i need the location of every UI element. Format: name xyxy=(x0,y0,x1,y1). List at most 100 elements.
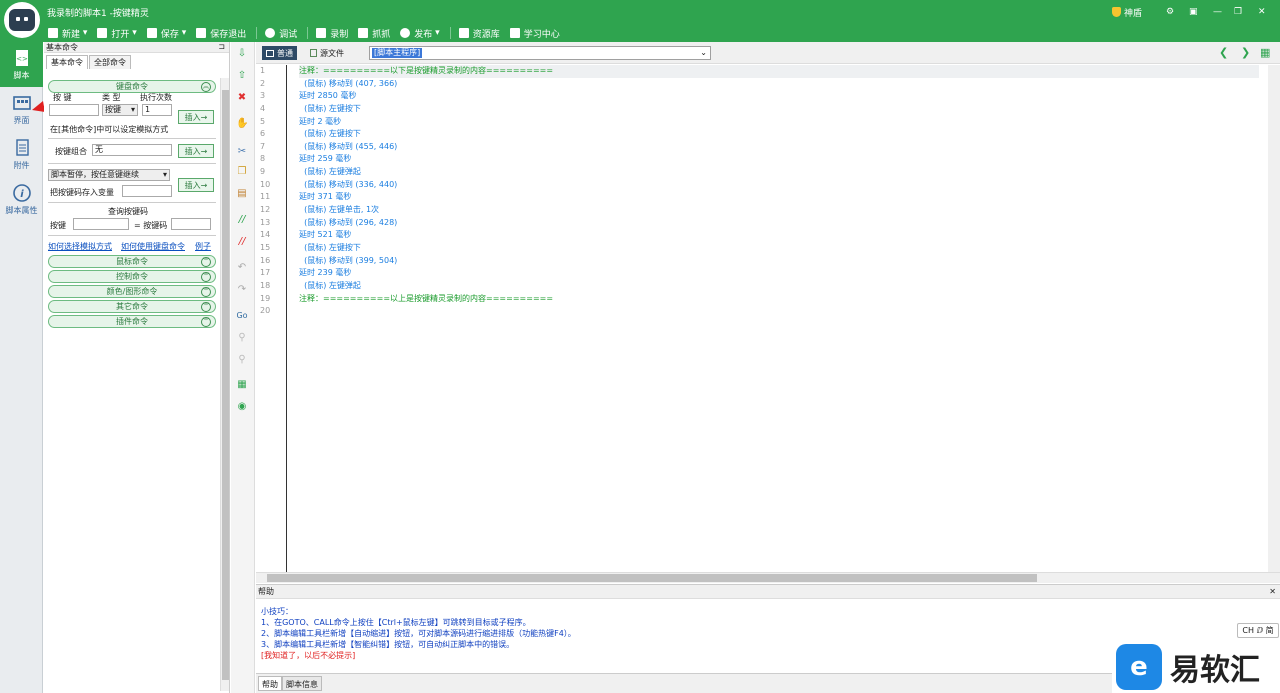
pin-icon[interactable]: ⊐ xyxy=(218,42,225,51)
nav-item-script[interactable]: <> 脚本 xyxy=(0,42,43,87)
code-line[interactable]: (鼠标) 移动到 (336, 440) xyxy=(299,179,1259,192)
nav-item-script-properties[interactable]: i 脚本属性 xyxy=(0,177,43,222)
code-line[interactable]: (鼠标) 移动到 (455, 446) xyxy=(299,141,1259,154)
insert-combo-button[interactable]: 插入→ xyxy=(178,144,214,158)
insert-key-button[interactable]: 插入→ xyxy=(178,110,214,124)
tab-help[interactable]: 帮助 xyxy=(258,676,282,691)
cut-icon[interactable]: ✂ xyxy=(236,146,248,158)
title-bar: 我录制的脚本1 -按键精灵 神盾 ⚙ ▣ — ❐ ✕ xyxy=(0,0,1280,38)
procedure-select[interactable]: [脚本主程序] ⌄ xyxy=(369,46,711,60)
mouse-commands-header[interactable]: 鼠标命令 ︾ xyxy=(48,255,216,268)
toolbar-save-button[interactable]: 保存 ▾ xyxy=(146,27,186,40)
code-line[interactable]: (鼠标) 左键弹起 xyxy=(299,280,1259,293)
goto-icon[interactable]: Go xyxy=(236,310,248,322)
code-line[interactable] xyxy=(299,305,1259,318)
toolbar-record-button[interactable]: 录制 xyxy=(316,27,348,40)
key-input[interactable] xyxy=(49,104,99,116)
pause-select[interactable]: 脚本暂停，按任意键继续 ▾ xyxy=(48,169,170,181)
link-keyboard-usage[interactable]: 如何使用键盘命令 xyxy=(121,241,185,252)
shield-button[interactable]: 神盾 xyxy=(1112,4,1142,20)
code-line[interactable]: (鼠标) 移动到 (399, 504) xyxy=(299,255,1259,268)
comment-icon[interactable]: // xyxy=(236,214,248,226)
plugin-commands-header[interactable]: 插件命令 ︾ xyxy=(48,315,216,328)
code-line[interactable]: (鼠标) 移动到 (407, 366) xyxy=(299,78,1259,91)
panel-scrollbar[interactable] xyxy=(220,78,229,691)
count-input[interactable]: 1 xyxy=(142,104,172,116)
link-simulate-mode[interactable]: 如何选择模拟方式 xyxy=(48,241,112,252)
format-icon[interactable]: ▦ xyxy=(236,379,248,391)
tab-normal-view[interactable]: 普通 xyxy=(262,46,297,60)
paste-icon[interactable]: ▤ xyxy=(236,188,248,200)
code-line[interactable]: 延时 2850 毫秒 xyxy=(299,90,1259,103)
type-select[interactable]: 按键 ▾ xyxy=(102,104,138,116)
toolbar-open-button[interactable]: 打开 ▾ xyxy=(97,27,137,40)
toolbar-learn-button[interactable]: 学习中心 xyxy=(509,27,560,40)
key-combo-input[interactable]: 无 xyxy=(92,144,172,156)
code-editor[interactable]: 1 2 3 4 5 6 7 8 9 10 11 12 13 14 15 16 17 18 19 20 注释：=====… xyxy=(256,65,1268,572)
query-key-input[interactable] xyxy=(73,218,129,230)
close-button[interactable]: ✕ xyxy=(1258,4,1266,20)
find-icon[interactable]: ⚲ xyxy=(236,332,248,344)
line-number: 3 xyxy=(260,91,266,101)
toolbar-save-exit-button[interactable]: 保存退出 xyxy=(196,27,246,40)
chevron-down-icon: ▾ xyxy=(162,170,167,179)
code-line[interactable]: (鼠标) 左键单击, 1次 xyxy=(299,204,1259,217)
toolbar-resource-button[interactable]: 资源库 xyxy=(458,27,500,40)
minimize-button[interactable]: — xyxy=(1213,4,1222,20)
redo-icon[interactable]: ↷ xyxy=(236,284,248,296)
editor-horizontal-scrollbar[interactable] xyxy=(256,572,1280,583)
scrollbar-thumb[interactable] xyxy=(222,90,229,680)
restore-button[interactable]: ❐ xyxy=(1234,4,1242,20)
code-line[interactable]: 注释：==========以下是按键精灵录制的内容========== xyxy=(299,65,1259,78)
nav-item-attachment[interactable]: 附件 xyxy=(0,132,43,177)
toolbar-new-button[interactable]: 新建 ▾ xyxy=(48,27,87,40)
close-icon[interactable]: ✕ xyxy=(1269,585,1276,599)
code-line[interactable]: (鼠标) 左键按下 xyxy=(299,103,1259,116)
code-line[interactable]: 延时 521 毫秒 xyxy=(299,229,1259,242)
copy-icon[interactable]: ❐ xyxy=(236,166,248,178)
code-line[interactable]: (鼠标) 左键按下 xyxy=(299,128,1259,141)
layout-icon[interactable]: ▦ xyxy=(1260,46,1270,59)
delete-icon[interactable]: ✖ xyxy=(236,92,248,104)
uncomment-icon[interactable]: // xyxy=(236,236,248,248)
control-commands-header[interactable]: 控制命令 ︾ xyxy=(48,270,216,283)
query-code-input[interactable] xyxy=(171,218,211,230)
settings-button[interactable]: ⚙ xyxy=(1166,4,1174,20)
skin-button[interactable]: ▣ xyxy=(1189,4,1198,20)
scrollbar-thumb[interactable] xyxy=(267,574,1037,582)
code-line[interactable]: (鼠标) 左键弹起 xyxy=(299,166,1259,179)
keyboard-commands-header[interactable]: 键盘命令 ︽ xyxy=(48,80,216,93)
smart-fix-icon[interactable]: ◉ xyxy=(236,401,248,413)
other-commands-header[interactable]: 其它命令 ︾ xyxy=(48,300,216,313)
code-line[interactable]: 延时 239 毫秒 xyxy=(299,267,1259,280)
nav-forward-icon[interactable]: ❯ xyxy=(1241,46,1250,59)
ime-indicator[interactable]: CH ⅅ 简 xyxy=(1237,623,1279,638)
code-line[interactable]: 延时 2 毫秒 xyxy=(299,116,1259,129)
tab-all-commands[interactable]: 全部命令 xyxy=(89,55,131,69)
move-down-icon[interactable]: ⇩ xyxy=(236,48,248,60)
code-line[interactable]: (鼠标) 移动到 (296, 428) xyxy=(299,217,1259,230)
link-example[interactable]: 例子 xyxy=(195,241,211,252)
toolbar-debug-button[interactable]: 调试 xyxy=(265,27,297,40)
toolbar-publish-button[interactable]: 发布 ▾ xyxy=(400,27,440,40)
toolbar-grab-button[interactable]: 抓抓 xyxy=(358,27,390,40)
undo-icon[interactable]: ↶ xyxy=(236,262,248,274)
folder-icon xyxy=(97,28,108,38)
code-line[interactable]: 延时 371 毫秒 xyxy=(299,191,1259,204)
code-line[interactable]: 延时 259 毫秒 xyxy=(299,153,1259,166)
editor-vertical-scrollbar[interactable] xyxy=(1268,65,1280,572)
tab-basic-commands[interactable]: 基本命令 xyxy=(46,55,88,69)
move-up-icon[interactable]: ⇧ xyxy=(236,70,248,82)
collapse-icon: ︽ xyxy=(201,82,211,92)
nav-back-icon[interactable]: ❮ xyxy=(1219,46,1228,59)
code-line[interactable]: 注释：==========以上是按键精灵录制的内容========== xyxy=(299,293,1259,306)
keycode-variable-input[interactable] xyxy=(122,185,172,197)
code-lines[interactable]: 注释：==========以下是按键精灵录制的内容========== (鼠标)… xyxy=(299,65,1259,318)
tab-source-view[interactable]: 源文件 xyxy=(306,46,348,60)
color-commands-header[interactable]: 颜色/图形命令 ︾ xyxy=(48,285,216,298)
tab-script-info[interactable]: 脚本信息 xyxy=(282,676,322,691)
insert-pause-button[interactable]: 插入→ xyxy=(178,178,214,192)
hand-icon[interactable]: ✋ xyxy=(236,118,248,130)
replace-icon[interactable]: ⚲ xyxy=(236,354,248,366)
code-line[interactable]: (鼠标) 左键按下 xyxy=(299,242,1259,255)
